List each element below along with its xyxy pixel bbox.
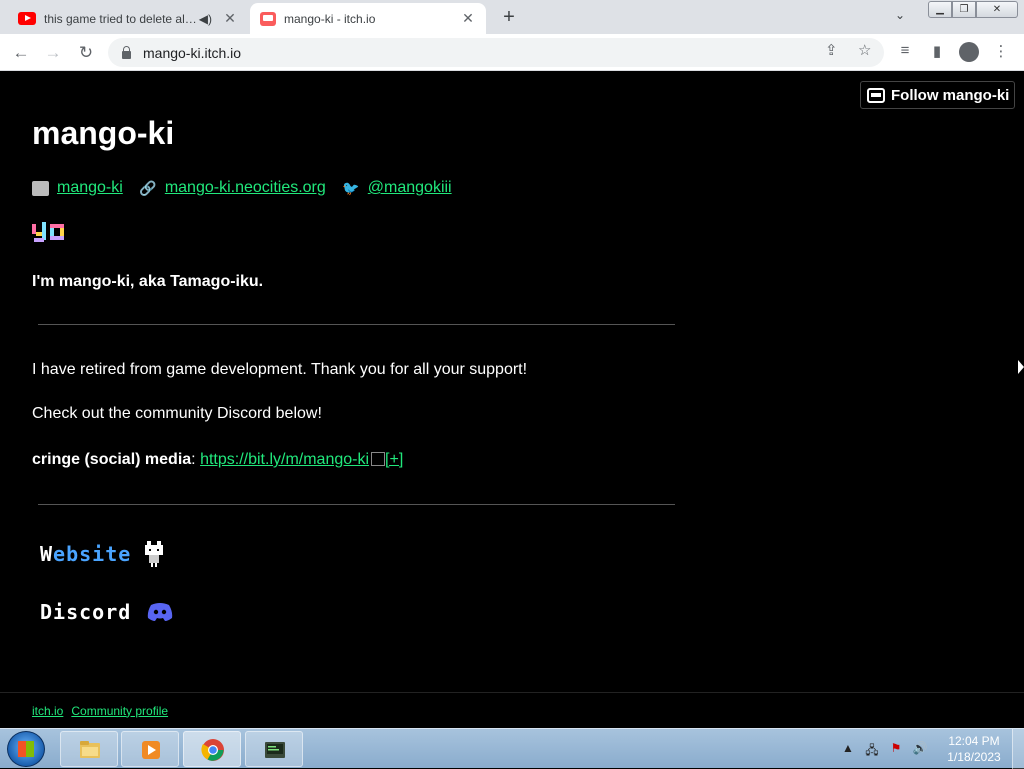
browser-tab-bar: this game tried to delete all of my file… [0,0,1024,34]
forward-arrow-icon[interactable]: → [42,42,64,64]
social-media-label: cringe (social) media [32,451,192,468]
close-window-button[interactable]: ✕ [976,1,1018,18]
close-tab-icon[interactable]: ✕ [222,10,238,27]
store-link-item: mango-ki [32,179,123,197]
website-link[interactable]: mango-ki.neocities.org [165,179,326,197]
tab-itch[interactable]: mango-ki - itch.io ✕ [250,3,486,34]
menu-kebab-icon[interactable]: ⋮ [990,42,1012,60]
divider [38,504,675,505]
social-media-link[interactable]: https://bit.ly/m/mango-ki [200,451,369,468]
website-link-rest: ebsite [53,542,132,566]
show-hidden-icons-icon[interactable]: ▲ [840,741,856,757]
show-desktop-button[interactable] [1012,729,1024,769]
website-link-item: 🔗 mango-ki.neocities.org [139,179,326,197]
page-title: mango-ki [32,115,175,151]
media-controls-icon[interactable]: ≡ [894,42,916,59]
itch-icon [260,11,276,26]
intro-text: I'm mango-ki, aka Tamago-iku. [32,273,264,290]
side-panel-icon[interactable]: ▮ [926,42,948,60]
taskbar-terminal[interactable] [245,731,303,767]
new-tab-button[interactable]: + [496,6,522,28]
restore-button[interactable]: ❐ [952,1,976,18]
clock-date: 1/18/2023 [947,750,1001,764]
reload-icon[interactable]: ↻ [75,42,97,64]
discord-icon [148,603,173,621]
back-arrow-icon[interactable]: ← [10,42,32,64]
taskbar-chrome[interactable] [183,731,241,767]
link-icon: 🔗 [139,179,157,196]
volume-icon[interactable]: 🔊 [912,741,928,757]
itch-profile-page: Follow mango-ki mango-ki mango-ki 🔗 mang… [0,71,1024,728]
itch-icon [867,87,885,103]
chrome-icon [201,739,224,761]
discord-link-text: Discord [40,600,132,624]
audio-playing-icon[interactable]: ◀) [199,12,212,26]
address-bar[interactable]: mango-ki.itch.io [108,38,884,67]
youtube-icon [18,12,36,25]
bookmark-star-icon[interactable]: ☆ [858,41,871,59]
follow-label: Follow mango-ki [891,86,1010,104]
follow-button[interactable]: Follow mango-ki [860,81,1015,109]
store-icon [32,180,49,196]
broken-image-icon [371,452,386,466]
system-tray: ▲ 🖧 ⚑ 🔊 [840,729,936,769]
community-profile-link[interactable]: Community profile [71,704,168,718]
minimize-button[interactable]: ▁ [928,1,952,18]
tab-title: mango-ki - itch.io [284,11,376,26]
social-media-line: cringe (social) media: https://bit.ly/m/… [32,451,403,469]
tab-search-chevron-icon[interactable]: ⌄ [895,8,905,22]
store-link[interactable]: mango-ki [57,179,123,197]
action-center-icon[interactable]: ⚑ [888,741,904,757]
retired-text: I have retired from game development. Th… [32,361,528,378]
profile-avatar-icon[interactable] [959,42,979,62]
twitter-icon: 🐦 [342,179,360,196]
social-extra-link[interactable]: [+] [385,451,403,468]
cat-mascot-icon [145,541,164,567]
share-icon[interactable]: ⇪ [825,41,838,59]
terminal-icon [265,742,285,758]
yo-pixel-logo [32,222,64,242]
website-link-initial: W [40,542,54,566]
itchio-home-link[interactable]: itch.io [32,704,63,718]
page-footer: itch.io Community profile [0,692,1024,728]
twitter-link-item: 🐦 @mangokiii [342,179,452,197]
website-pixel-link[interactable]: Website [40,541,165,567]
close-tab-icon[interactable]: ✕ [460,10,476,27]
browser-toolbar: ← → ↻ mango-ki.itch.io ⇪ ☆ ≡ ▮ ⋮ [0,34,1024,71]
social-separator: : [191,451,196,468]
tab-title: this game tried to delete all of my file… [44,11,199,26]
taskbar-media-player[interactable] [121,731,179,767]
taskbar-explorer[interactable] [60,731,118,767]
media-player-icon [142,741,160,759]
discord-cta-text: Check out the community Discord below! [32,405,322,422]
clock-time: 12:04 PM [948,734,1000,748]
tab-youtube[interactable]: this game tried to delete all of my file… [8,3,248,34]
scroll-right-arrow-icon[interactable] [1018,360,1024,374]
discord-pixel-link[interactable]: Discord [40,600,173,624]
twitter-link[interactable]: @mangokiii [368,179,452,197]
taskbar-clock[interactable]: 12:04 PM 1/18/2023 [938,733,1010,765]
user-links: mango-ki 🔗 mango-ki.neocities.org 🐦 @man… [32,179,468,197]
divider [38,324,675,325]
lock-icon[interactable] [122,45,131,59]
folder-icon [80,741,100,758]
start-button[interactable] [7,731,45,767]
windows-taskbar: ▲ 🖧 ⚑ 🔊 12:04 PM 1/18/2023 [0,728,1024,769]
url-text: mango-ki.itch.io [143,44,242,61]
network-icon[interactable]: 🖧 [864,741,880,757]
